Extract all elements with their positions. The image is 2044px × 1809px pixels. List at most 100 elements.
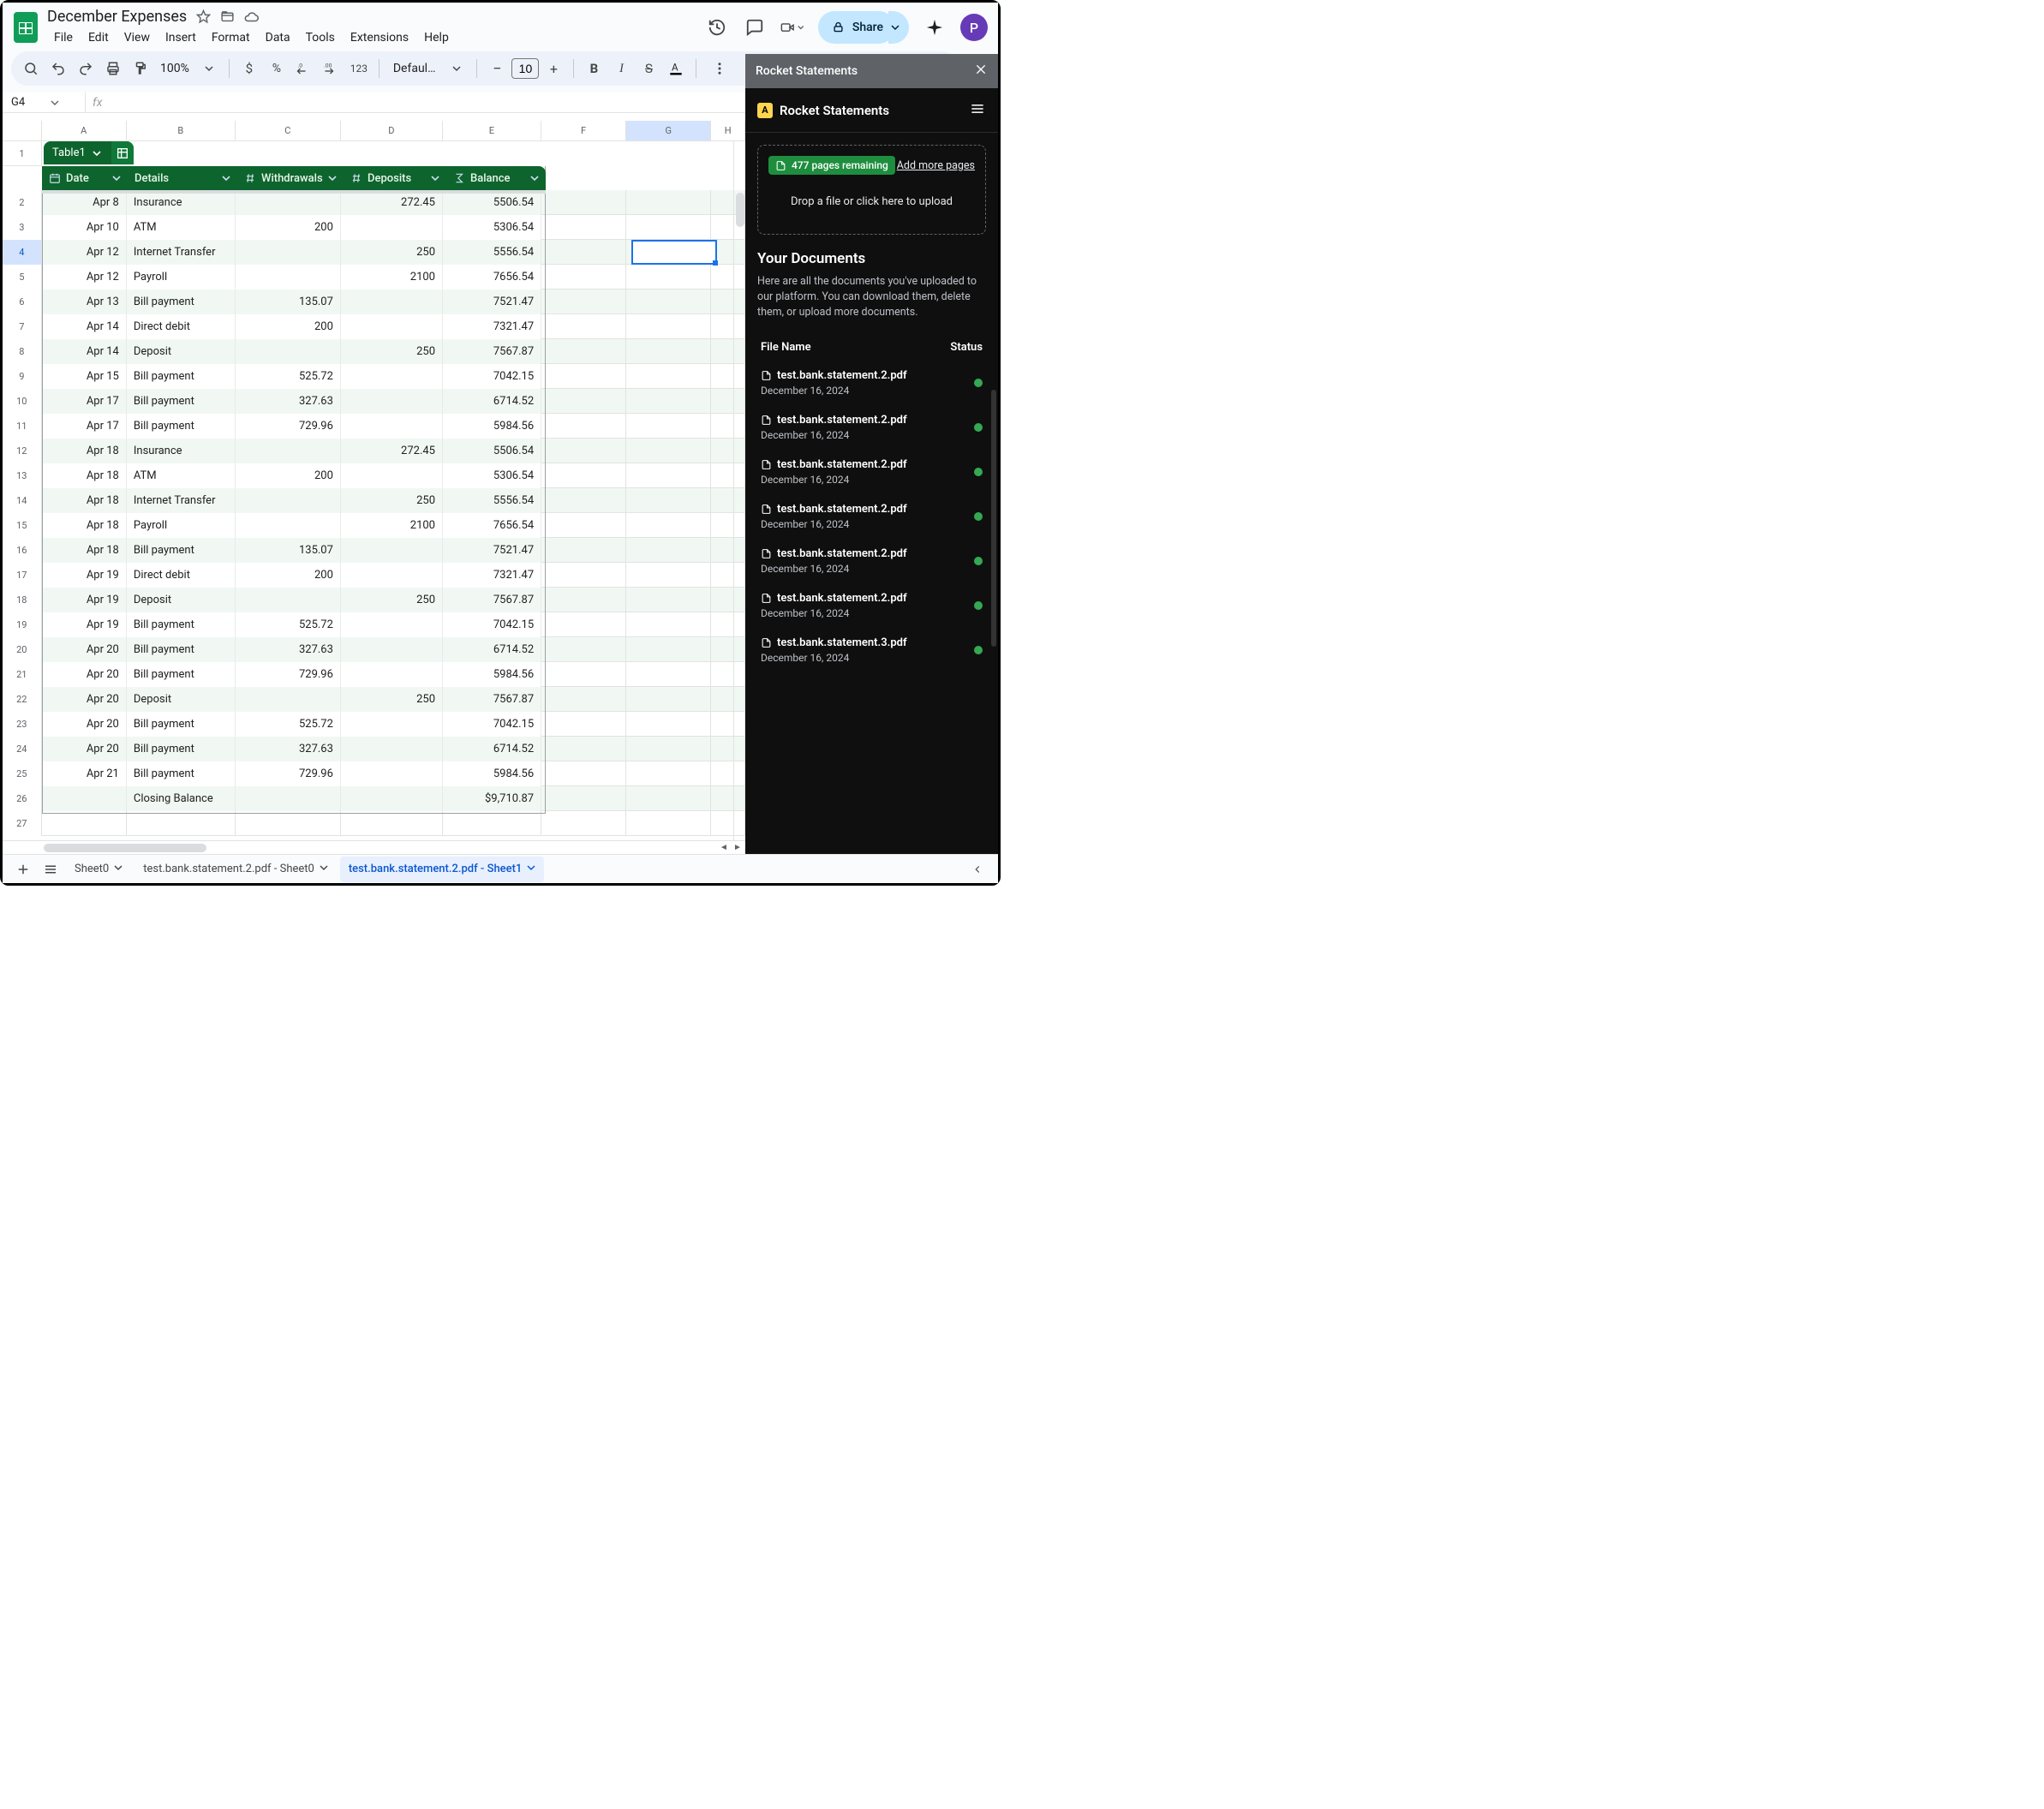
row-header[interactable]: 2 bbox=[3, 190, 42, 215]
empty-cell[interactable] bbox=[541, 786, 626, 811]
col-header-B[interactable]: B bbox=[127, 121, 236, 140]
empty-cell[interactable] bbox=[626, 488, 711, 513]
cell-details[interactable]: Bill payment bbox=[127, 290, 236, 314]
empty-cell[interactable] bbox=[626, 538, 711, 563]
row-header[interactable]: 11 bbox=[3, 414, 42, 439]
cell-details[interactable]: Direct debit bbox=[127, 314, 236, 339]
cell-date[interactable]: Apr 20 bbox=[42, 687, 127, 712]
cell-balance[interactable]: 5556.54 bbox=[443, 240, 541, 265]
row-header[interactable]: 16 bbox=[3, 538, 42, 563]
sheet-tab[interactable]: test.bank.statement.2.pdf - Sheet0 bbox=[134, 857, 337, 882]
empty-cell[interactable] bbox=[541, 314, 626, 339]
row-header[interactable]: 12 bbox=[3, 439, 42, 463]
cell-date[interactable]: Apr 14 bbox=[42, 339, 127, 364]
more-toolbar-icon[interactable] bbox=[708, 57, 731, 80]
empty-cell[interactable] bbox=[541, 215, 626, 240]
chevron-down-icon[interactable] bbox=[112, 174, 121, 182]
empty-cell[interactable] bbox=[42, 811, 127, 836]
cell-balance[interactable]: 6714.52 bbox=[443, 389, 541, 414]
more-formats-button[interactable]: 123 bbox=[348, 57, 370, 80]
cell-details[interactable]: Closing Balance bbox=[127, 786, 236, 811]
row-header[interactable]: 20 bbox=[3, 637, 42, 662]
document-title[interactable]: December Expenses bbox=[47, 8, 187, 26]
cell-date[interactable]: Apr 8 bbox=[42, 190, 127, 215]
cell-balance[interactable]: 5506.54 bbox=[443, 439, 541, 463]
document-item[interactable]: test.bank.statement.2.pdfDecember 16, 20… bbox=[757, 583, 986, 628]
font-family-select[interactable]: Defaul… bbox=[388, 62, 441, 75]
col-header-C[interactable]: C bbox=[236, 121, 341, 140]
cell-deposits[interactable] bbox=[341, 662, 443, 687]
cell-deposits[interactable] bbox=[341, 414, 443, 439]
cell-balance[interactable]: 6714.52 bbox=[443, 737, 541, 761]
gemini-icon[interactable] bbox=[923, 15, 947, 39]
cell-withdrawals[interactable]: 135.07 bbox=[236, 538, 341, 563]
sheet-tab-dropdown-icon[interactable] bbox=[527, 863, 535, 875]
empty-cell[interactable] bbox=[541, 364, 626, 389]
table-row[interactable]: 11Apr 17Bill payment729.965984.56 bbox=[3, 414, 745, 439]
decrease-decimal-icon[interactable]: .0 bbox=[293, 57, 315, 80]
empty-cell[interactable] bbox=[626, 637, 711, 662]
cell-date[interactable]: Apr 20 bbox=[42, 712, 127, 737]
cell-withdrawals[interactable]: 327.63 bbox=[236, 389, 341, 414]
name-box-dropdown-icon[interactable] bbox=[51, 99, 59, 107]
empty-cell[interactable] bbox=[626, 712, 711, 737]
cell-withdrawals[interactable] bbox=[236, 687, 341, 712]
cell-details[interactable]: Payroll bbox=[127, 265, 236, 290]
cell-date[interactable]: Apr 19 bbox=[42, 588, 127, 612]
sheet-tab[interactable]: Sheet0 bbox=[66, 857, 131, 882]
row-header[interactable]: 5 bbox=[3, 265, 42, 290]
paint-format-icon[interactable] bbox=[129, 57, 152, 80]
table-row[interactable]: 6Apr 13Bill payment135.077521.47 bbox=[3, 290, 745, 314]
fill-handle[interactable] bbox=[713, 260, 718, 266]
empty-cell[interactable] bbox=[541, 488, 626, 513]
row-header[interactable]: 10 bbox=[3, 389, 42, 414]
sheet-tab-dropdown-icon[interactable] bbox=[320, 863, 328, 875]
table-row[interactable]: 25Apr 21Bill payment729.965984.56 bbox=[3, 761, 745, 786]
cell-deposits[interactable] bbox=[341, 290, 443, 314]
cell-balance[interactable]: 7321.47 bbox=[443, 314, 541, 339]
cell-deposits[interactable]: 250 bbox=[341, 488, 443, 513]
cell-withdrawals[interactable] bbox=[236, 339, 341, 364]
format-currency-icon[interactable]: $ bbox=[238, 57, 260, 80]
bold-icon[interactable]: B bbox=[583, 57, 605, 80]
cell-details[interactable]: Insurance bbox=[127, 439, 236, 463]
cell-deposits[interactable]: 250 bbox=[341, 588, 443, 612]
cell-date[interactable]: Apr 18 bbox=[42, 538, 127, 563]
cell-date[interactable]: Apr 20 bbox=[42, 737, 127, 761]
horizontal-scrollbar[interactable]: ◄► bbox=[3, 840, 745, 854]
cell-deposits[interactable] bbox=[341, 389, 443, 414]
cell-details[interactable]: Direct debit bbox=[127, 563, 236, 588]
col-header-H[interactable]: H bbox=[711, 121, 745, 140]
document-item[interactable]: test.bank.statement.2.pdfDecember 16, 20… bbox=[757, 539, 986, 583]
zoom-dropdown-icon[interactable] bbox=[198, 57, 220, 80]
row-header[interactable]: 21 bbox=[3, 662, 42, 687]
cell-balance[interactable]: 7567.87 bbox=[443, 339, 541, 364]
menu-extensions[interactable]: Extensions bbox=[344, 27, 415, 48]
search-menus-icon[interactable] bbox=[20, 57, 42, 80]
cell-balance[interactable]: 6714.52 bbox=[443, 637, 541, 662]
empty-cell[interactable] bbox=[541, 588, 626, 612]
menu-file[interactable]: File bbox=[47, 27, 80, 48]
cell-date[interactable]: Apr 18 bbox=[42, 488, 127, 513]
cell-details[interactable]: Internet Transfer bbox=[127, 488, 236, 513]
empty-cell[interactable] bbox=[626, 414, 711, 439]
table-row[interactable]: 7Apr 14Direct debit2007321.47 bbox=[3, 314, 745, 339]
row-header[interactable]: 15 bbox=[3, 513, 42, 538]
cell-details[interactable]: Bill payment bbox=[127, 612, 236, 637]
redo-icon[interactable] bbox=[75, 57, 97, 80]
star-icon[interactable] bbox=[195, 9, 211, 25]
increase-font-size-icon[interactable]: + bbox=[542, 57, 565, 80]
cell-date[interactable]: Apr 12 bbox=[42, 240, 127, 265]
cell-deposits[interactable]: 2100 bbox=[341, 513, 443, 538]
empty-cell[interactable] bbox=[541, 240, 626, 265]
cell-deposits[interactable] bbox=[341, 712, 443, 737]
selected-cell[interactable] bbox=[631, 240, 717, 265]
cell-date[interactable]: Apr 18 bbox=[42, 513, 127, 538]
table-row[interactable]: 9Apr 15Bill payment525.727042.15 bbox=[3, 364, 745, 389]
col-header-F[interactable]: F bbox=[541, 121, 626, 140]
hamburger-icon[interactable] bbox=[969, 100, 986, 121]
cell-balance[interactable]: 7042.15 bbox=[443, 712, 541, 737]
meet-button[interactable] bbox=[780, 15, 804, 39]
table-row[interactable]: 13Apr 18ATM2005306.54 bbox=[3, 463, 745, 488]
document-item[interactable]: test.bank.statement.2.pdfDecember 16, 20… bbox=[757, 450, 986, 494]
